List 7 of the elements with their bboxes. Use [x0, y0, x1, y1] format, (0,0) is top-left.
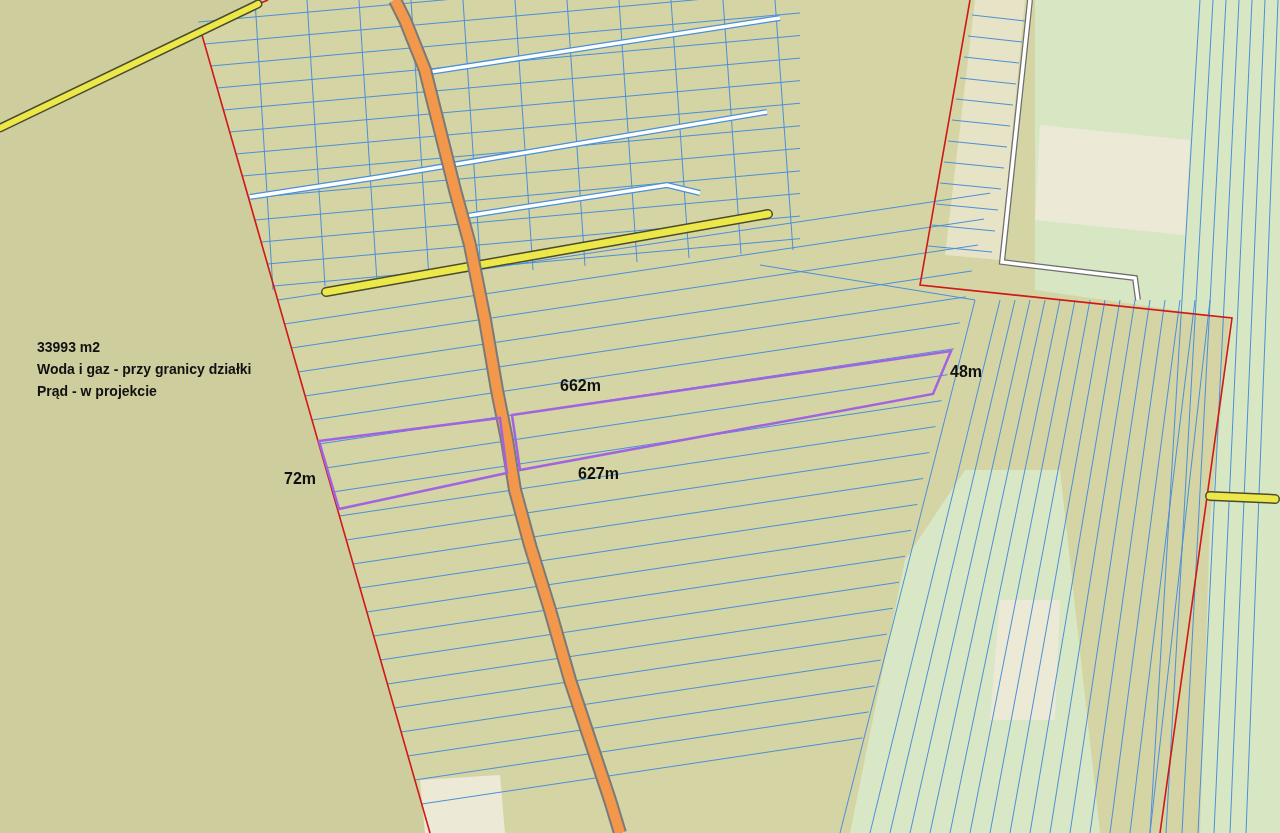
dimension-label: 48m — [950, 362, 983, 381]
area-label: 33993 m2 — [37, 338, 102, 356]
dimension-label: 72m — [284, 469, 317, 488]
note-text: Woda i gaz - przy granicy działki — [37, 360, 252, 378]
dimension-label: 662m — [560, 376, 601, 395]
note-text: Prąd - w projekcie — [37, 382, 158, 400]
dimension-label: 627m — [578, 464, 619, 483]
